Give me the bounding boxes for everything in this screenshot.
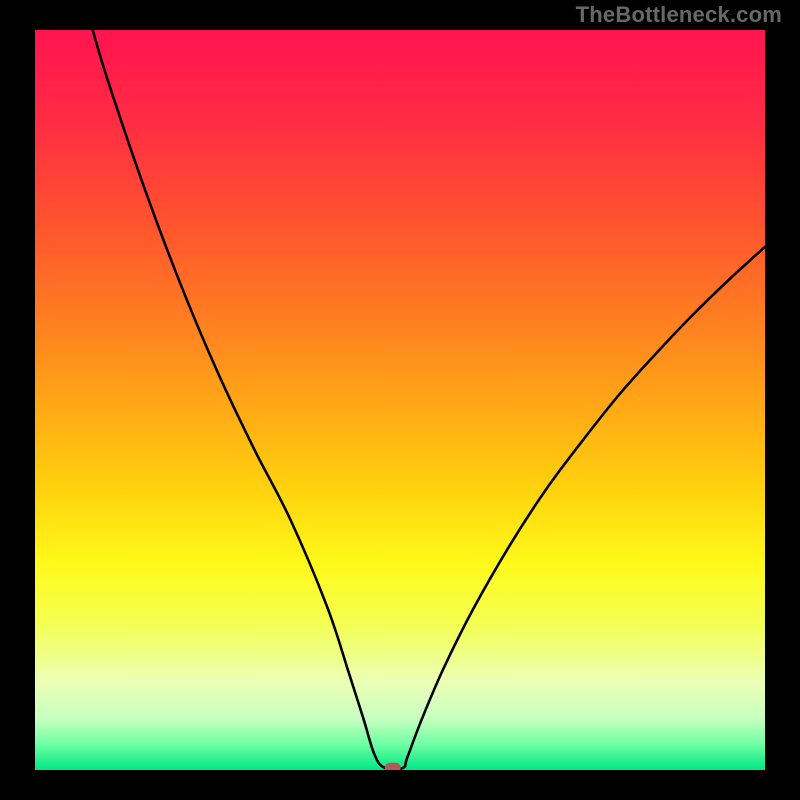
plot-area (35, 30, 765, 770)
gradient-background (35, 30, 765, 770)
watermark-text: TheBottleneck.com (576, 2, 782, 28)
minimum-marker (385, 763, 401, 770)
chart-svg (35, 30, 765, 770)
chart-frame: TheBottleneck.com (0, 0, 800, 800)
